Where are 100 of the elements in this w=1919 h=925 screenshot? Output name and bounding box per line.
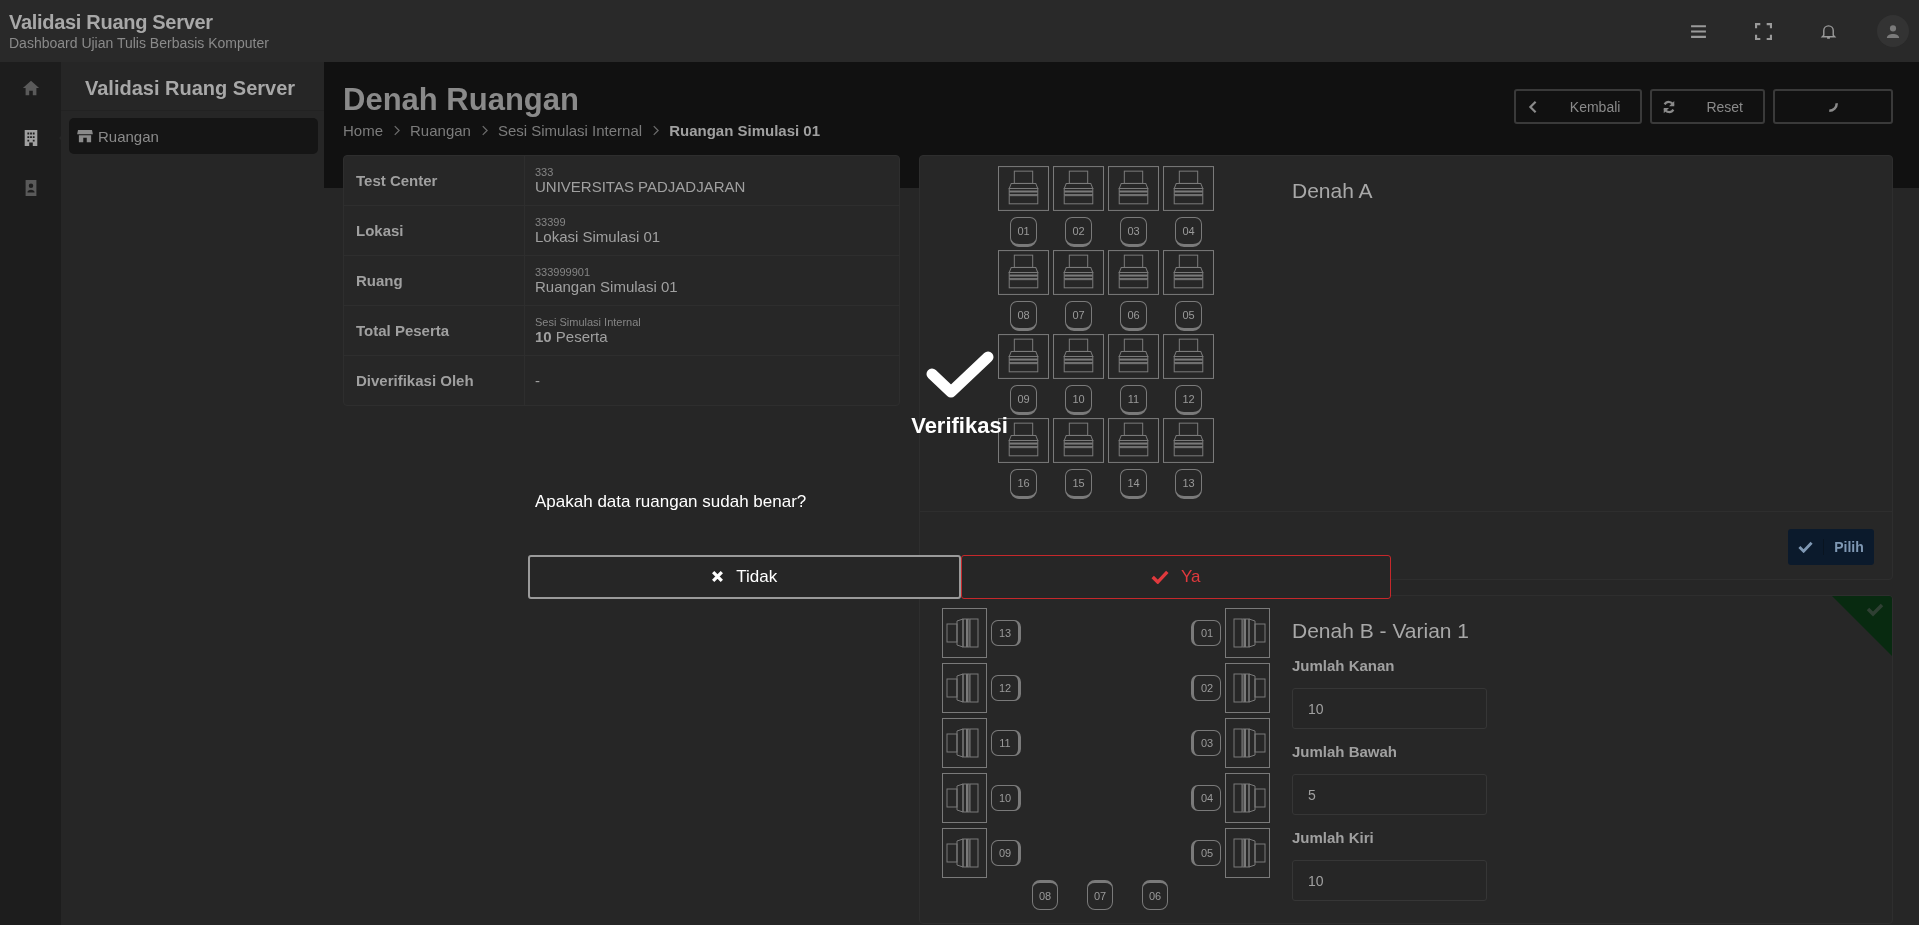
- seat-number: 08: [1032, 880, 1058, 910]
- field-label: Total Peserta: [344, 306, 525, 355]
- seat-number: 16: [1010, 469, 1037, 499]
- desk-icon: [1225, 608, 1270, 658]
- field-code: 33399: [535, 216, 567, 228]
- seat-number: 04: [1191, 785, 1221, 811]
- reset-button[interactable]: Reset: [1650, 89, 1765, 124]
- chevron-right-icon: [480, 125, 488, 136]
- seat-number: 02: [1065, 217, 1092, 247]
- sidebar-item[interactable]: Ruangan: [69, 118, 318, 154]
- number-input[interactable]: 10: [1292, 860, 1487, 901]
- app-title: Validasi Ruang Server: [9, 11, 214, 34]
- desk-icon: [1053, 250, 1104, 295]
- field-label: Lokasi: [344, 206, 525, 255]
- avatar[interactable]: [1877, 15, 1909, 47]
- chevron-right-icon: [652, 125, 660, 136]
- seat-number: 09: [991, 840, 1021, 866]
- field-code: 333999901: [535, 266, 592, 278]
- field-label: Jumlah Bawah: [1292, 743, 1399, 760]
- seat-number: 01: [1010, 217, 1037, 247]
- menu-icon[interactable]: [1690, 22, 1707, 40]
- desk-icon: [1108, 166, 1159, 211]
- back-button[interactable]: Kembali: [1513, 89, 1643, 124]
- seat-number: 13: [1175, 469, 1202, 499]
- field-label: Test Center: [344, 156, 525, 205]
- desk-icon: [1053, 166, 1104, 211]
- seat-number: 03: [1191, 730, 1221, 756]
- user-silhouette-icon: [1886, 24, 1900, 38]
- confirm-button[interactable]: Ya: [960, 554, 1391, 599]
- desk-icon: [1053, 334, 1104, 379]
- seat-number: 01: [1191, 620, 1221, 646]
- desk-icon: [1108, 418, 1159, 463]
- seat-number: 14: [1120, 469, 1147, 499]
- desk-icon: [942, 663, 987, 713]
- breadcrumb-link[interactable]: Ruangan: [410, 122, 471, 139]
- field-value: Lokasi Simulasi 01: [535, 228, 661, 245]
- seat-number: 05: [1191, 840, 1221, 866]
- desk-icon: [1225, 828, 1270, 878]
- seat-number: 13: [991, 620, 1021, 646]
- seat-number: 06: [1120, 301, 1147, 331]
- layout-title: Denah B - Varian 1: [1292, 619, 1471, 643]
- desk-icon: [942, 773, 987, 823]
- dialog-title: Verifikasi: [911, 412, 1008, 439]
- store-icon: [77, 129, 93, 143]
- field-label: Ruang: [344, 256, 525, 305]
- desk-icon: [1108, 334, 1159, 379]
- dialog-message: Apakah data ruangan sudah benar?: [534, 491, 807, 512]
- cancel-button[interactable]: Tidak: [528, 554, 961, 599]
- breadcrumb-link[interactable]: Home: [343, 122, 383, 139]
- field-code: Sesi Simulasi Internal: [535, 316, 641, 328]
- desk-icon: [1163, 250, 1214, 295]
- desk-icon: [1053, 418, 1104, 463]
- desk-icon: [1225, 773, 1270, 823]
- seat-number: 11: [1120, 385, 1147, 415]
- refresh-icon: [1662, 99, 1677, 114]
- desk-icon: [942, 718, 987, 768]
- page-title: Denah Ruangan: [343, 82, 580, 118]
- number-input[interactable]: 10: [1292, 688, 1487, 729]
- check-icon: [1798, 541, 1813, 553]
- seat-number: 08: [1010, 301, 1037, 331]
- desk-icon: [998, 166, 1049, 211]
- seat-number: 04: [1175, 217, 1202, 247]
- field-value: Ruangan Simulasi 01: [535, 278, 678, 295]
- number-input[interactable]: 5: [1292, 774, 1487, 815]
- seat-number: 10: [991, 785, 1021, 811]
- seat-number: 12: [1175, 385, 1202, 415]
- seat-number: 03: [1120, 217, 1147, 247]
- seat-number: 05: [1175, 301, 1202, 331]
- close-icon: [711, 570, 725, 583]
- seat-number: 07: [1065, 301, 1092, 331]
- desk-icon: [1163, 166, 1214, 211]
- field-label: Jumlah Kiri: [1292, 829, 1375, 846]
- desk-icon: [942, 828, 987, 878]
- seat-number: 02: [1191, 675, 1221, 701]
- desk-icon: [998, 250, 1049, 295]
- desk-icon: [1163, 418, 1214, 463]
- field-value: 10 Peserta: [535, 328, 609, 345]
- seat-number: 10: [1065, 385, 1092, 415]
- field-label: Jumlah Kanan: [1292, 657, 1396, 674]
- desk-icon: [942, 608, 987, 658]
- desk-icon: [998, 334, 1049, 379]
- seat-number: 15: [1065, 469, 1092, 499]
- desk-icon: [1108, 250, 1159, 295]
- fullscreen-icon[interactable]: [1755, 22, 1772, 40]
- desk-icon: [1225, 663, 1270, 713]
- layout-title: Denah A: [1292, 179, 1374, 203]
- field-value: -: [535, 372, 540, 389]
- field-code: 333: [535, 166, 555, 178]
- breadcrumb-link[interactable]: Sesi Simulasi Internal: [497, 122, 643, 139]
- spinner-icon: [1828, 101, 1838, 112]
- breadcrumb-current: Ruangan Simulasi 01: [669, 122, 821, 139]
- seat-number: 09: [1010, 385, 1037, 415]
- check-icon: [1150, 569, 1169, 584]
- field-label: Diverifikasi Oleh: [344, 356, 525, 405]
- seat-number: 06: [1142, 880, 1168, 910]
- field-value: UNIVERSITAS PADJADJARAN: [535, 178, 746, 195]
- bell-icon[interactable]: [1820, 22, 1837, 40]
- seat-number: 11: [991, 730, 1021, 756]
- desk-icon: [1163, 334, 1214, 379]
- select-button[interactable]: Pilih: [1788, 529, 1874, 565]
